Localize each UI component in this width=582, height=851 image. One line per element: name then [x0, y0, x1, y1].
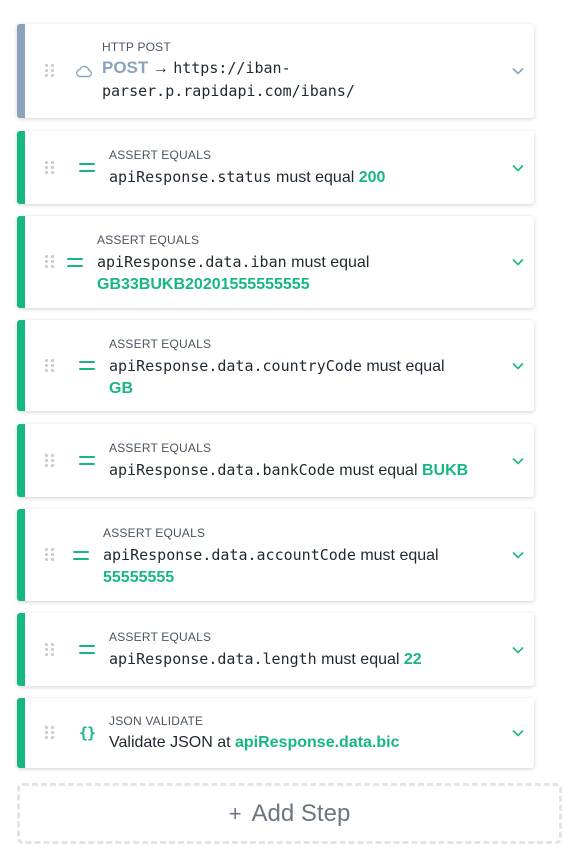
drag-handle-icon[interactable]: [45, 726, 55, 740]
step-card-assert-equals[interactable]: ASSERT EQUALS apiResponse.data.bankCode …: [17, 424, 534, 497]
step-card-assert-equals[interactable]: ASSERT EQUALS apiResponse.data.countryCo…: [17, 320, 534, 411]
chevron-down-icon[interactable]: [508, 723, 528, 743]
assert-value: GB: [109, 380, 133, 397]
step-type-label: ASSERT EQUALS: [109, 148, 212, 162]
braces-icon: {}: [78, 724, 96, 742]
step-type-label: ASSERT EQUALS: [103, 526, 206, 540]
assert-property: apiResponse.data.bankCode: [109, 461, 335, 479]
step-type-label: HTTP POST: [102, 40, 171, 54]
step-type-label: ASSERT EQUALS: [97, 233, 200, 247]
chevron-down-icon[interactable]: [508, 545, 528, 565]
plus-icon: +: [228, 800, 242, 826]
validate-text: Validate JSON at: [109, 734, 231, 751]
add-step-label: Add Step: [251, 799, 351, 827]
assert-value: GB33BUKB20201555555555: [97, 276, 310, 293]
validate-line: Validate JSON at apiResponse.data.bic: [109, 732, 484, 754]
equals-icon: [76, 357, 98, 375]
assertion-line: apiResponse.status must equal 200: [109, 166, 484, 189]
chevron-down-icon[interactable]: [508, 356, 528, 376]
assert-property: apiResponse.data.length: [109, 650, 317, 668]
assert-property: apiResponse.data.iban: [97, 253, 287, 271]
chevron-down-icon[interactable]: [508, 640, 528, 660]
assert-property: apiResponse.data.countryCode: [109, 357, 362, 375]
equals-icon: [70, 546, 92, 564]
step-card-json-validate[interactable]: {} JSON VALIDATE Validate JSON at apiRes…: [17, 698, 534, 768]
step-type-label: JSON VALIDATE: [109, 714, 204, 728]
chevron-down-icon[interactable]: [508, 61, 528, 81]
assertion-line: apiResponse.data.iban must equal GB33BUK…: [97, 251, 484, 296]
step-type-label: ASSERT EQUALS: [109, 337, 212, 351]
drag-handle-icon[interactable]: [45, 64, 55, 78]
equals-icon: [76, 641, 98, 659]
arrow-icon: →: [152, 60, 169, 77]
drag-handle-icon[interactable]: [45, 255, 55, 269]
assert-property: apiResponse.status: [109, 168, 272, 186]
assertion-line: apiResponse.data.countryCode must equal …: [109, 355, 484, 400]
step-card-assert-equals[interactable]: ASSERT EQUALS apiResponse.data.accountCo…: [17, 509, 534, 601]
equals-icon: [64, 253, 86, 271]
assert-verb: must equal: [366, 358, 445, 375]
cloud-icon: [73, 62, 95, 80]
drag-handle-icon[interactable]: [45, 160, 55, 175]
equals-icon: [76, 452, 98, 470]
step-card-assert-equals[interactable]: ASSERT EQUALS apiResponse.data.length mu…: [17, 613, 534, 686]
drag-handle-icon[interactable]: [45, 358, 55, 373]
http-method: POST: [102, 58, 149, 77]
drag-handle-icon[interactable]: [45, 548, 55, 562]
drag-handle-icon[interactable]: [45, 642, 55, 657]
assert-verb: must equal: [339, 462, 418, 479]
step-type-label: ASSERT EQUALS: [109, 630, 212, 644]
add-step-button[interactable]: + Add Step: [17, 783, 562, 844]
step-card-assert-equals[interactable]: ASSERT EQUALS apiResponse.status must eq…: [17, 131, 534, 204]
step-type-label: ASSERT EQUALS: [109, 441, 212, 455]
assert-verb: must equal: [321, 651, 400, 668]
assertion-line: apiResponse.data.accountCode must equal …: [103, 544, 484, 589]
assert-verb: must equal: [291, 254, 370, 271]
assert-verb: must equal: [276, 169, 355, 186]
request-line: POST → https://iban-parser.p.rapidapi.co…: [102, 57, 484, 103]
assert-property: apiResponse.data.accountCode: [103, 546, 356, 564]
chevron-down-icon[interactable]: [508, 158, 528, 178]
drag-handle-icon[interactable]: [45, 453, 55, 468]
chevron-down-icon[interactable]: [508, 451, 528, 471]
assert-verb: must equal: [360, 547, 439, 564]
assertion-line: apiResponse.data.bankCode must equal BUK…: [109, 459, 484, 482]
equals-icon: [76, 159, 98, 177]
assert-value: 200: [358, 169, 386, 186]
assertion-line: apiResponse.data.length must equal 22: [109, 648, 484, 671]
step-card-http-post[interactable]: HTTP POST POST → https://iban-parser.p.r…: [17, 24, 534, 118]
step-card-assert-equals[interactable]: ASSERT EQUALS apiResponse.data.iban must…: [17, 216, 534, 308]
assert-value: BUKB: [421, 462, 469, 479]
assert-value: 22: [403, 651, 422, 668]
chevron-down-icon[interactable]: [508, 252, 528, 272]
assert-value: 55555555: [103, 569, 175, 586]
validate-path: apiResponse.data.bic: [235, 734, 400, 751]
